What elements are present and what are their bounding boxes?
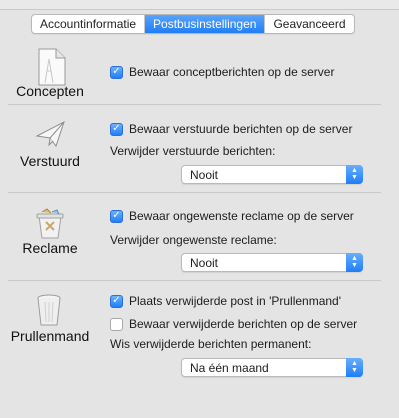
checkbox-row-save-drafts[interactable]: ✓ Bewaar conceptberichten op de server	[110, 65, 334, 79]
tab-bar: Accountinformatie Postbusinstellingen Ge…	[31, 14, 355, 34]
remove-junk-label: Verwijder ongewenste reclame:	[110, 233, 277, 247]
remove-sent-select[interactable]: Nooit ▲ ▼	[181, 165, 363, 184]
section-label-reclame: Reclame	[22, 240, 78, 256]
move-to-trash-label: Plaats verwijderde post in 'Prullenmand'	[129, 294, 342, 308]
tab-mailbox-settings[interactable]: Postbusinstellingen	[145, 15, 266, 33]
save-sent-label: Bewaar verstuurde berichten op de server	[129, 122, 353, 136]
checkbox-row-save-deleted[interactable]: Bewaar verwijderde berichten op de serve…	[110, 317, 357, 331]
trash-can-icon	[36, 293, 62, 330]
junk-bin-icon	[33, 208, 67, 243]
move-to-trash-checkbox[interactable]: ✓	[110, 294, 123, 308]
erase-deleted-label: Wis verwijderde berichten permanent:	[110, 337, 312, 351]
remove-sent-label: Verwijder verstuurde berichten:	[110, 144, 276, 158]
tab-account-info[interactable]: Accountinformatie	[32, 15, 146, 33]
save-deleted-label: Bewaar verwijderde berichten op de serve…	[129, 317, 358, 331]
chevron-up-down-icon: ▲ ▼	[346, 358, 363, 377]
save-drafts-checkbox[interactable]: ✓	[110, 65, 123, 79]
divider	[8, 104, 381, 105]
checkbox-row-move-to-trash[interactable]: ✓ Plaats verwijderde post in 'Prullenman…	[110, 294, 341, 308]
save-junk-label: Bewaar ongewenste reclame op de server	[129, 209, 354, 223]
remove-sent-select-value: Nooit	[190, 168, 219, 182]
erase-deleted-select[interactable]: Na één maand ▲ ▼	[181, 358, 363, 377]
section-label-prullenmand: Prullenmand	[10, 328, 90, 344]
section-label-concepten: Concepten	[16, 83, 84, 99]
save-junk-checkbox[interactable]: ✓	[110, 209, 123, 223]
erase-deleted-select-value: Na één maand	[190, 361, 269, 375]
save-drafts-label: Bewaar conceptberichten op de server	[129, 65, 335, 79]
chevron-up-down-icon: ▲ ▼	[346, 253, 363, 272]
paper-plane-icon	[34, 118, 68, 153]
remove-junk-select[interactable]: Nooit ▲ ▼	[181, 253, 363, 272]
save-sent-checkbox[interactable]: ✓	[110, 122, 123, 136]
remove-junk-select-value: Nooit	[190, 256, 219, 270]
tab-advanced[interactable]: Geavanceerd	[265, 15, 353, 33]
save-deleted-checkbox[interactable]	[110, 317, 123, 331]
checkbox-row-save-junk[interactable]: ✓ Bewaar ongewenste reclame op de server	[110, 209, 354, 223]
divider	[8, 192, 381, 193]
section-label-verstuurd: Verstuurd	[20, 153, 80, 169]
divider	[8, 280, 381, 281]
checkbox-row-save-sent[interactable]: ✓ Bewaar verstuurde berichten op de serv…	[110, 122, 352, 136]
chevron-up-down-icon: ▲ ▼	[346, 165, 363, 184]
